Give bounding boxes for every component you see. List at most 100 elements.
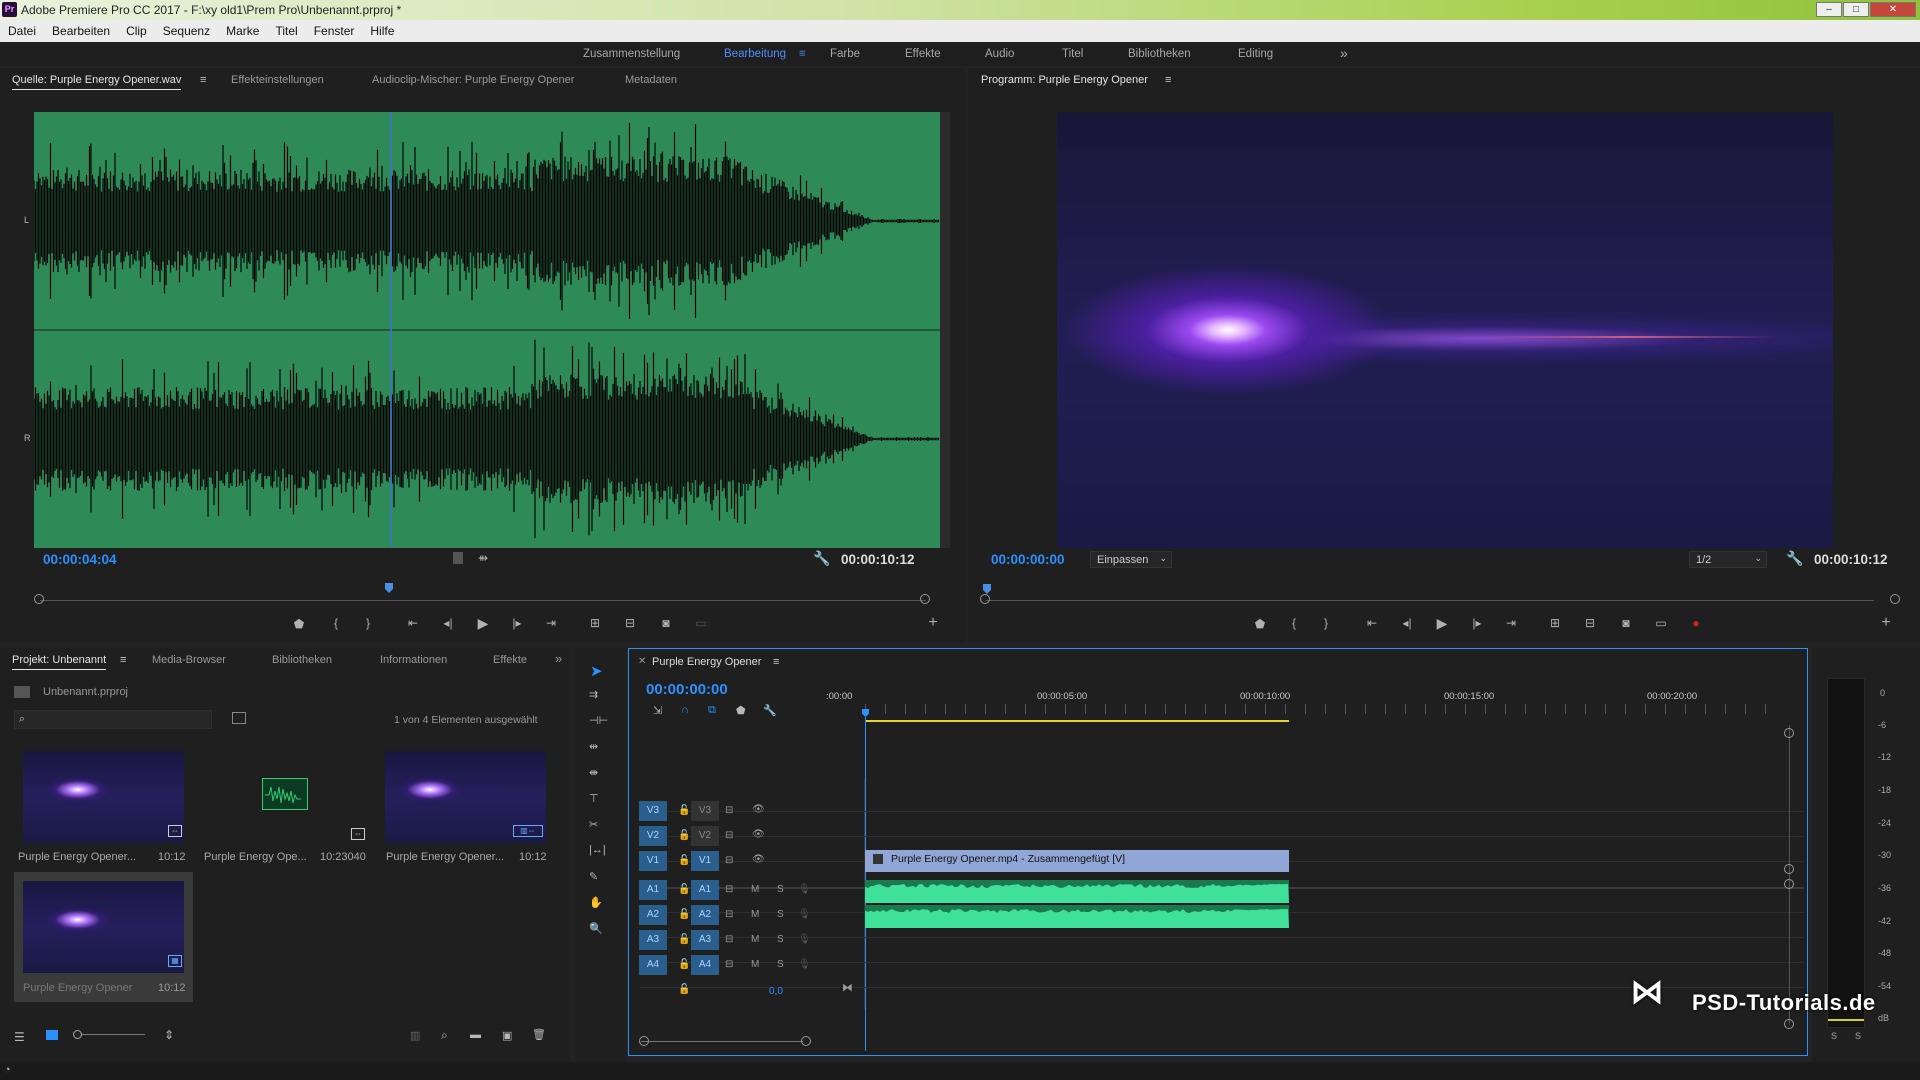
- tab-source[interactable]: Quelle: Purple Energy Opener.wav: [12, 74, 182, 90]
- new-bin-icon[interactable]: ▬: [470, 1029, 481, 1041]
- sync-lock-icon[interactable]: ⊟: [725, 884, 733, 895]
- workspace-farbe[interactable]: Farbe: [830, 48, 860, 60]
- source-panel-menu-icon[interactable]: ≡: [200, 74, 206, 86]
- add-marker-icon[interactable]: ⬟: [290, 617, 308, 631]
- snap-magnet-icon[interactable]: ∩: [681, 704, 689, 716]
- solo-button[interactable]: S: [777, 934, 784, 945]
- lock-icon[interactable]: 🔓: [678, 805, 690, 816]
- workspace-audio[interactable]: Audio: [985, 48, 1014, 60]
- nest-toggle-icon[interactable]: ⇲: [653, 704, 662, 717]
- go-to-in-icon[interactable]: ⇤: [404, 616, 422, 630]
- slip-tool-icon[interactable]: ⊤: [589, 792, 599, 805]
- hand-tool-icon[interactable]: ✋: [589, 896, 603, 909]
- tab-metadata[interactable]: Metadaten: [625, 74, 677, 86]
- tab-media-browser[interactable]: Media-Browser: [152, 654, 226, 666]
- lift-icon[interactable]: ⊞: [1546, 616, 1564, 630]
- source-waveform[interactable]: [33, 112, 940, 548]
- horizontal-scrollbar[interactable]: [641, 1041, 803, 1042]
- track-target-v1[interactable]: V1: [691, 851, 719, 871]
- lock-icon[interactable]: 🔓: [678, 934, 690, 945]
- program-mark-in-icon[interactable]: {: [1285, 616, 1303, 630]
- zoom-tool-icon[interactable]: 🔍: [589, 922, 603, 935]
- vertical-scrollbar[interactable]: [1789, 725, 1790, 1025]
- program-go-to-in-icon[interactable]: ⇤: [1363, 616, 1381, 630]
- source-current-timecode[interactable]: 00:00:04:04: [43, 552, 117, 567]
- project-thumb-4[interactable]: ▦: [23, 881, 184, 973]
- audio-clip-a1[interactable]: [865, 880, 1289, 903]
- tab-effect-controls[interactable]: Effekteinstellungen: [231, 74, 324, 86]
- tab-info[interactable]: Informationen: [380, 654, 447, 666]
- lock-icon[interactable]: 🔓: [678, 959, 690, 970]
- source-patch-a4[interactable]: A4: [639, 955, 667, 975]
- workspace-editing[interactable]: Editing: [1238, 48, 1273, 60]
- find-icon[interactable]: ⌕: [441, 1028, 448, 1043]
- source-settings-wrench-icon[interactable]: 🔧: [813, 550, 830, 567]
- list-view-icon[interactable]: ☰: [14, 1030, 25, 1044]
- minimize-button[interactable]: –: [1816, 2, 1842, 17]
- source-patch-a1[interactable]: A1: [639, 880, 667, 900]
- program-settings-wrench-icon[interactable]: 🔧: [1786, 550, 1803, 567]
- step-forward-icon[interactable]: |▸: [508, 616, 526, 630]
- automate-to-sequence-icon[interactable]: ▥: [410, 1029, 420, 1042]
- sync-lock-icon[interactable]: ⊟: [725, 855, 733, 866]
- audio-clip-a2[interactable]: [865, 905, 1289, 928]
- mute-button[interactable]: M: [751, 909, 759, 920]
- source-playhead-marker[interactable]: [385, 583, 393, 593]
- program-add-marker-icon[interactable]: ⬟: [1251, 617, 1269, 631]
- maximize-button[interactable]: □: [1843, 2, 1869, 17]
- voiceover-mic-icon[interactable]: 🎙: [798, 884, 811, 895]
- workspace-bibliotheken[interactable]: Bibliotheken: [1128, 48, 1191, 60]
- sync-lock-icon[interactable]: ⊟: [725, 909, 733, 920]
- source-zoom-scrollbar[interactable]: [940, 112, 950, 548]
- mark-out-icon[interactable]: }: [359, 616, 377, 630]
- menu-fenster[interactable]: Fenster: [314, 24, 355, 38]
- meter-solo-right-button[interactable]: S: [1855, 1031, 1861, 1041]
- razor-tool-icon[interactable]: ✂: [589, 818, 598, 831]
- project-thumb-3[interactable]: ▥⇔: [385, 751, 546, 843]
- program-step-back-icon[interactable]: ◂|: [1398, 616, 1416, 630]
- delete-icon[interactable]: 🗑: [532, 1028, 546, 1041]
- lock-icon[interactable]: 🔓: [678, 909, 690, 920]
- mute-button[interactable]: M: [751, 934, 759, 945]
- track-select-tool-icon[interactable]: ⇉: [589, 688, 598, 701]
- track-target-a1[interactable]: A1: [691, 880, 719, 900]
- selection-tool-icon[interactable]: ➤: [590, 662, 603, 680]
- menu-sequenz[interactable]: Sequenz: [163, 24, 210, 38]
- program-add-button-icon[interactable]: +: [1877, 614, 1895, 632]
- extract-icon[interactable]: ⊟: [1581, 616, 1599, 630]
- video-clip[interactable]: Purple Energy Opener.mp4 - Zusammengefüg…: [865, 850, 1289, 872]
- icon-view-icon[interactable]: [46, 1030, 58, 1040]
- timeline-playhead-marker[interactable]: [862, 709, 869, 717]
- menu-bearbeiten[interactable]: Bearbeiten: [52, 24, 110, 38]
- workspace-menu-icon[interactable]: ≡: [799, 48, 806, 60]
- slide-tool-icon[interactable]: |↔|: [589, 844, 606, 856]
- program-panel-menu-icon[interactable]: ≡: [1165, 74, 1171, 86]
- pen-tool-icon[interactable]: ✎: [589, 870, 598, 883]
- drag-audio-icon[interactable]: ⇻: [478, 551, 488, 565]
- solo-button[interactable]: S: [777, 884, 784, 895]
- program-scrub-start-handle[interactable]: [980, 594, 990, 604]
- track-target-v2[interactable]: V2: [691, 826, 719, 846]
- source-patch-v1[interactable]: V1: [639, 851, 667, 871]
- rolling-edit-tool-icon[interactable]: ⇹: [589, 740, 598, 753]
- menu-hilfe[interactable]: Hilfe: [370, 24, 394, 38]
- timeline-current-timecode[interactable]: 00:00:00:00: [646, 681, 728, 698]
- program-play-icon[interactable]: ▶: [1433, 615, 1451, 632]
- step-back-icon[interactable]: ◂|: [439, 616, 457, 630]
- close-sequence-icon[interactable]: ✕: [638, 656, 646, 667]
- tab-program[interactable]: Programm: Purple Energy Opener: [981, 74, 1148, 89]
- source-scrub-start-handle[interactable]: [34, 594, 44, 604]
- solo-button[interactable]: S: [777, 959, 784, 970]
- eye-icon[interactable]: 👁: [752, 829, 765, 840]
- master-volume-value[interactable]: 0,0: [769, 986, 783, 997]
- close-button[interactable]: ✕: [1870, 2, 1916, 17]
- sync-lock-icon[interactable]: ⊟: [725, 830, 733, 841]
- go-to-end-icon[interactable]: ⧓: [842, 981, 853, 994]
- workspace-titel[interactable]: Titel: [1062, 48, 1083, 60]
- voiceover-mic-icon[interactable]: 🎙: [798, 909, 811, 920]
- tab-sequence[interactable]: Purple Energy Opener: [652, 656, 761, 668]
- resolution-dropdown[interactable]: 1/2 ⌄: [1689, 551, 1767, 568]
- ruler-ticks[interactable]: [865, 704, 1775, 714]
- v-scroll-handle[interactable]: [1784, 864, 1794, 874]
- workspace-bearbeitung[interactable]: Bearbeitung: [724, 48, 786, 60]
